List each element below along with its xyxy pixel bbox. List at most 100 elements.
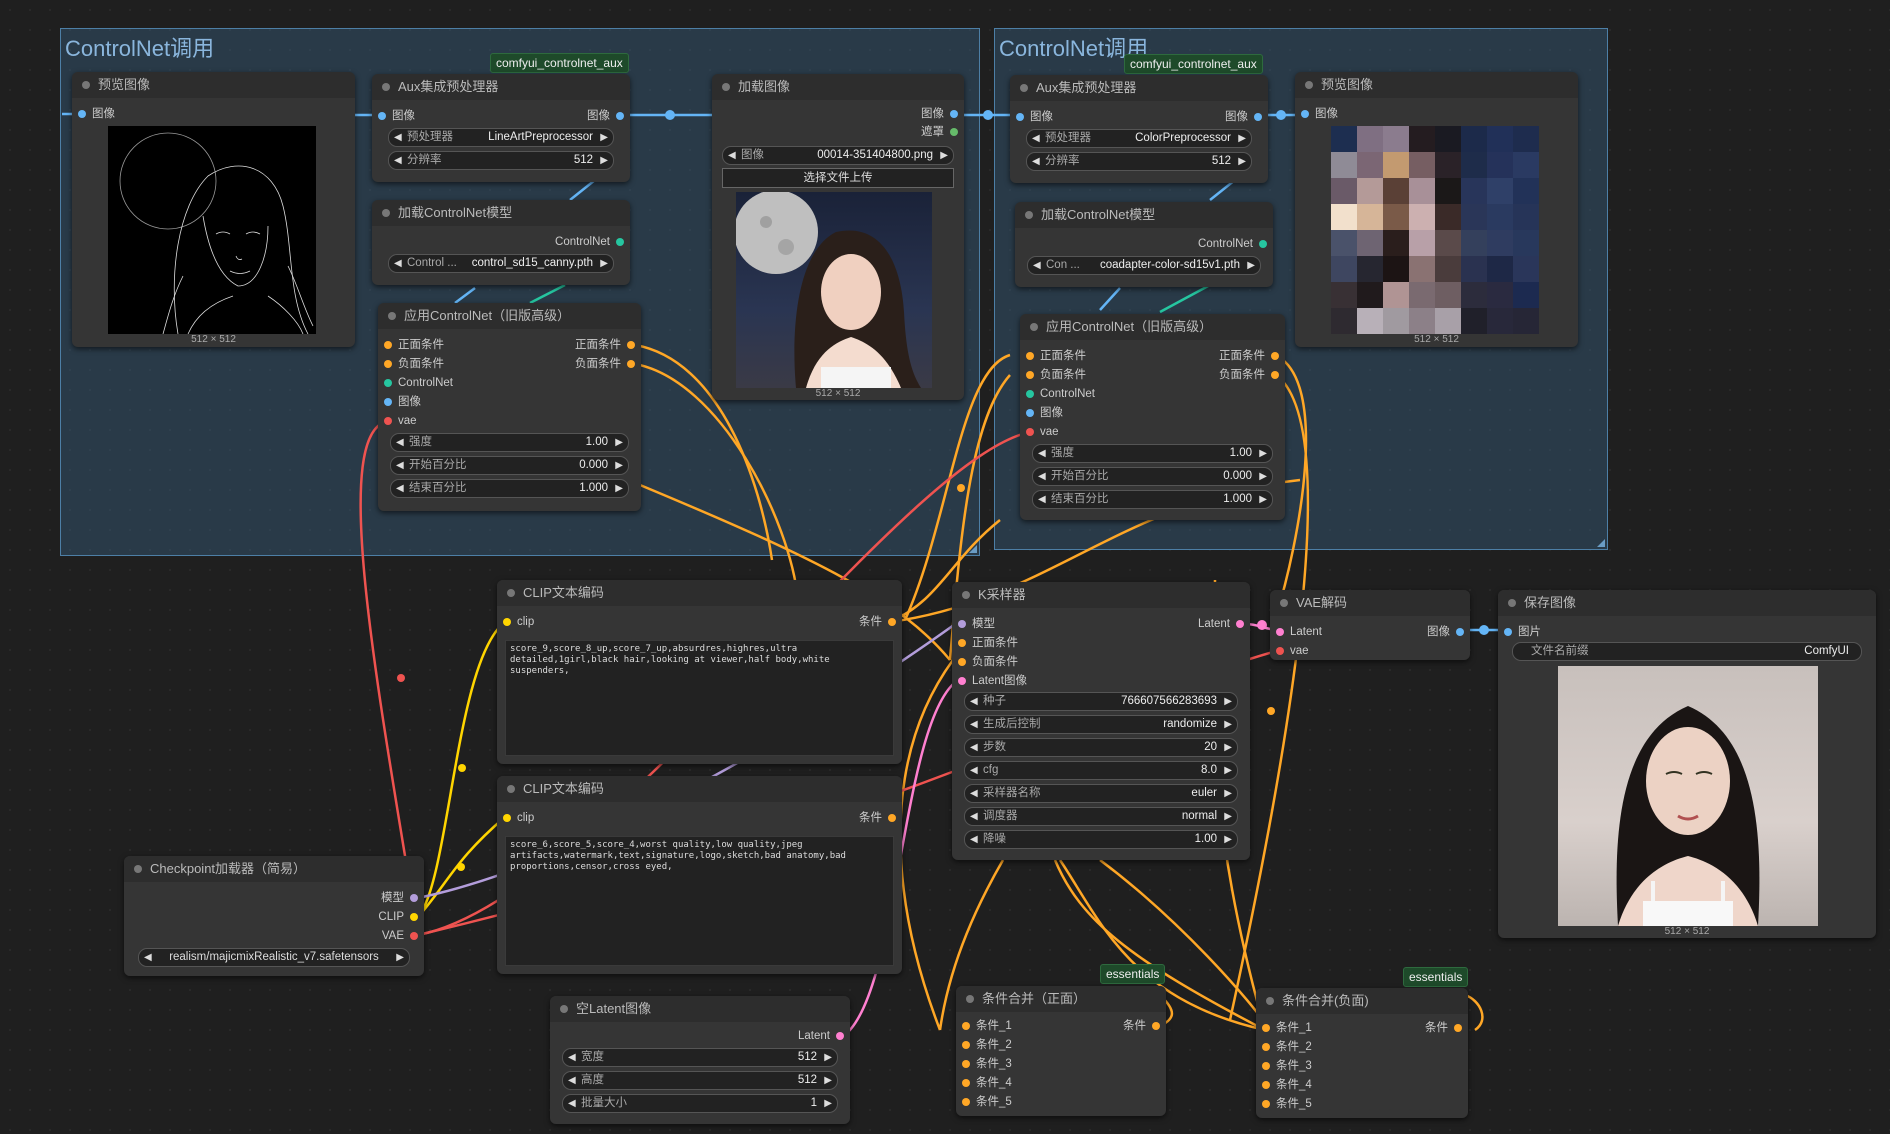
width-stepper[interactable]: ◀ 宽度 512 ▶ [562, 1048, 838, 1067]
input-cond-3[interactable]: 条件_3 [962, 1056, 1012, 1072]
strength-stepper[interactable]: ◀ 强度 1.00 ▶ [1032, 444, 1273, 463]
input-cond-4[interactable]: 条件_4 [962, 1075, 1012, 1091]
output-image[interactable]: 图像 [921, 106, 958, 122]
arrow-right-icon[interactable]: ▶ [1259, 445, 1267, 462]
arrow-left-icon[interactable]: ◀ [970, 762, 978, 779]
arrow-left-icon[interactable]: ◀ [568, 1095, 576, 1112]
output-image[interactable]: 图像 [1225, 109, 1262, 125]
arrow-right-icon[interactable]: ▶ [600, 152, 608, 169]
output-positive[interactable]: 正面条件 [575, 337, 635, 353]
input-controlnet[interactable]: ControlNet [384, 375, 453, 391]
arrow-left-icon[interactable]: ◀ [970, 785, 978, 802]
input-cond-1[interactable]: 条件_1 [1262, 1020, 1312, 1036]
node-apply-controlnet-2[interactable]: 应用ControlNet（旧版高级） 正面条件 正面条件 负面条件 负面条件 C… [1020, 314, 1285, 520]
arrow-right-icon[interactable]: ▶ [1224, 762, 1232, 779]
node-title[interactable]: K采样器 [952, 582, 1250, 608]
node-title[interactable]: Aux集成预处理器 [372, 74, 630, 100]
input-cond-2[interactable]: 条件_2 [962, 1037, 1012, 1053]
resolution-stepper[interactable]: ◀ 分辨率 512 ▶ [1026, 152, 1252, 171]
arrow-right-icon[interactable]: ▶ [1247, 257, 1255, 274]
input-cond-3[interactable]: 条件_3 [1262, 1058, 1312, 1074]
input-clip[interactable]: clip [503, 810, 534, 826]
negative-prompt-textarea[interactable]: score_6,score_5,score_4,worst quality,lo… [505, 836, 894, 966]
node-title[interactable]: 应用ControlNet（旧版高级） [1020, 314, 1285, 340]
output-controlnet[interactable]: ControlNet [1198, 236, 1267, 252]
arrow-left-icon[interactable]: ◀ [1032, 130, 1040, 147]
input-image[interactable]: 图像 [78, 106, 115, 122]
node-title[interactable]: VAE解码 [1270, 590, 1470, 616]
arrow-right-icon[interactable]: ▶ [615, 457, 623, 474]
arrow-right-icon[interactable]: ▶ [824, 1072, 832, 1089]
arrow-right-icon[interactable]: ▶ [615, 434, 623, 451]
arrow-right-icon[interactable]: ▶ [1224, 785, 1232, 802]
input-cond-1[interactable]: 条件_1 [962, 1018, 1012, 1034]
preprocessor-select[interactable]: ◀ 预处理器 ColorPreprocessor ▶ [1026, 129, 1252, 148]
node-empty-latent[interactable]: 空Latent图像 Latent ◀ 宽度 512 ▶ ◀ 高度 512 ▶ ◀ 批量大小 1 ▶ [550, 996, 850, 1124]
arrow-left-icon[interactable]: ◀ [568, 1049, 576, 1066]
controlnet-model-select[interactable]: ◀ Con ... coadapter-color-sd15v1.pth ▶ [1027, 256, 1261, 275]
arrow-right-icon[interactable]: ▶ [1259, 491, 1267, 508]
end-percent-stepper[interactable]: ◀ 结束百分比 1.000 ▶ [1032, 490, 1273, 509]
checkpoint-select[interactable]: ◀ realism/majicmixRealistic_v7.safetensor… [138, 948, 410, 967]
node-conditioning-combine-negative[interactable]: 条件合并(负面) 条件_1 条件 条件_2 条件_3 条件_4 条件_5 [1256, 988, 1468, 1118]
scheduler-select[interactable]: ◀ 调度器 normal ▶ [964, 807, 1238, 826]
port-dot[interactable] [78, 110, 86, 118]
arrow-left-icon[interactable]: ◀ [396, 480, 404, 497]
arrow-left-icon[interactable]: ◀ [728, 147, 736, 164]
output-mask[interactable]: 遮罩 [921, 124, 958, 140]
seed-stepper[interactable]: ◀ 种子 766607566283693 ▶ [964, 692, 1238, 711]
input-image[interactable]: 图像 [384, 394, 421, 410]
arrow-right-icon[interactable]: ▶ [1238, 153, 1246, 170]
node-aux-preprocessor-2[interactable]: Aux集成预处理器 图像 图像 ◀ 预处理器 ColorPreprocessor ▶ … [1010, 75, 1268, 183]
input-images[interactable]: 图片 [1504, 624, 1541, 640]
input-cond-5[interactable]: 条件_5 [962, 1094, 1012, 1110]
arrow-left-icon[interactable]: ◀ [1038, 491, 1046, 508]
output-controlnet[interactable]: ControlNet [555, 234, 624, 250]
positive-prompt-textarea[interactable]: score_9,score_8_up,score_7_up,absurdres,… [505, 640, 894, 756]
input-vae[interactable]: vae [1026, 424, 1059, 440]
output-latent[interactable]: Latent [1198, 616, 1244, 632]
node-load-controlnet-2[interactable]: 加载ControlNet模型 ControlNet ◀ Con ... coadap… [1015, 202, 1273, 287]
input-image[interactable]: 图像 [1026, 405, 1063, 421]
sampler-name-select[interactable]: ◀ 采样器名称 euler ▶ [964, 784, 1238, 803]
arrow-right-icon[interactable]: ▶ [1224, 739, 1232, 756]
arrow-left-icon[interactable]: ◀ [970, 739, 978, 756]
arrow-left-icon[interactable]: ◀ [970, 716, 978, 733]
node-clip-text-encode-positive[interactable]: CLIP文本编码 clip 条件 score_9,score_8_up,scor… [497, 580, 902, 764]
node-aux-preprocessor-1[interactable]: Aux集成预处理器 图像 图像 ◀ 预处理器 LineArtPreprocess… [372, 74, 630, 182]
node-title[interactable]: 空Latent图像 [550, 996, 850, 1022]
node-preview-image-2[interactable]: 预览图像 图像 512 × 512 [1295, 72, 1578, 347]
arrow-right-icon[interactable]: ▶ [1238, 130, 1246, 147]
arrow-right-icon[interactable]: ▶ [1259, 468, 1267, 485]
node-load-image[interactable]: 加载图像 图像 遮罩 ◀ 图像 00014-351404800.png ▶ 选择文件上… [712, 74, 964, 400]
arrow-left-icon[interactable]: ◀ [1033, 257, 1041, 274]
arrow-right-icon[interactable]: ▶ [1224, 831, 1232, 848]
node-checkpoint-loader[interactable]: Checkpoint加载器（简易） 模型 CLIP VAE ◀ realism/m… [124, 856, 424, 976]
input-cond-5[interactable]: 条件_5 [1262, 1096, 1312, 1112]
input-model[interactable]: 模型 [958, 616, 995, 632]
input-image[interactable]: 图像 [1301, 106, 1338, 122]
node-title[interactable]: 条件合并(负面) [1256, 988, 1468, 1014]
node-load-controlnet-1[interactable]: 加载ControlNet模型 ControlNet ◀ Control ... … [372, 200, 630, 285]
input-cond-4[interactable]: 条件_4 [1262, 1077, 1312, 1093]
arrow-left-icon[interactable]: ◀ [970, 693, 978, 710]
input-negative[interactable]: 负面条件 [1026, 367, 1086, 383]
arrow-left-icon[interactable]: ◀ [1038, 445, 1046, 462]
arrow-right-icon[interactable]: ▶ [600, 129, 608, 146]
arrow-left-icon[interactable]: ◀ [396, 434, 404, 451]
output-conditioning[interactable]: 条件 [1123, 1018, 1160, 1034]
output-conditioning[interactable]: 条件 [859, 810, 896, 826]
resolution-stepper[interactable]: ◀ 分辨率 512 ▶ [388, 151, 614, 170]
start-percent-stepper[interactable]: ◀ 开始百分比 0.000 ▶ [390, 456, 629, 475]
input-positive[interactable]: 正面条件 [384, 337, 444, 353]
output-conditioning[interactable]: 条件 [1425, 1020, 1462, 1036]
start-percent-stepper[interactable]: ◀ 开始百分比 0.000 ▶ [1032, 467, 1273, 486]
input-vae[interactable]: vae [384, 413, 417, 429]
controlnet-model-select[interactable]: ◀ Control ... control_sd15_canny.pth ▶ [388, 254, 614, 273]
node-clip-text-encode-negative[interactable]: CLIP文本编码 clip 条件 score_6,score_5,score_4… [497, 776, 902, 974]
output-vae[interactable]: VAE [382, 928, 418, 944]
node-title[interactable]: 应用ControlNet（旧版高级） [378, 303, 641, 329]
steps-stepper[interactable]: ◀ 步数 20 ▶ [964, 738, 1238, 757]
input-negative[interactable]: 负面条件 [958, 654, 1018, 670]
input-latent-image[interactable]: Latent图像 [958, 673, 1027, 689]
